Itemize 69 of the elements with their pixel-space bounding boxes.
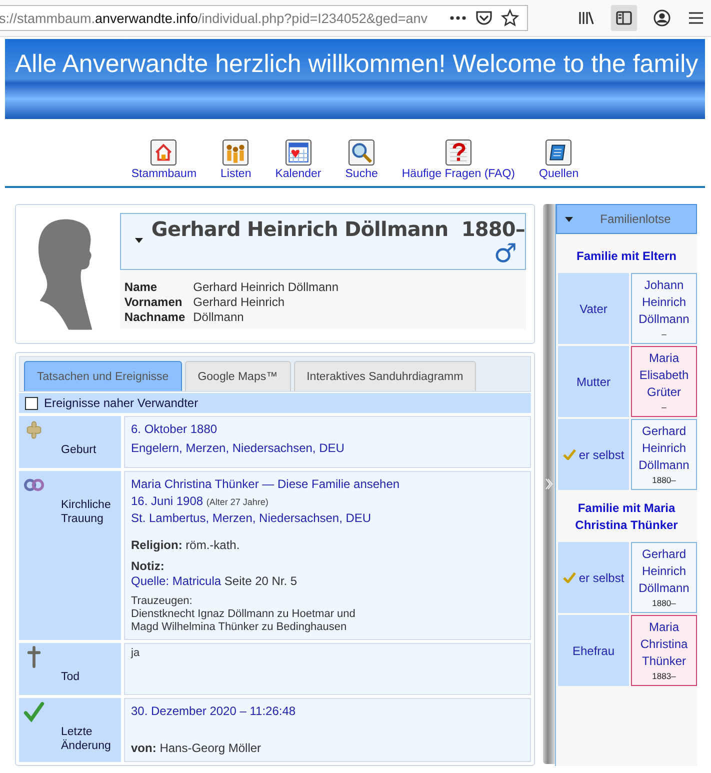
author-text: von: Hans-Georg Möller — [131, 741, 262, 755]
scroll-icon[interactable] — [545, 139, 572, 166]
people-icon[interactable] — [222, 139, 250, 166]
question-mark-icon[interactable] — [444, 139, 472, 166]
chevron-right-icon[interactable] — [545, 478, 553, 490]
tab[interactable]: Tatsachen und Ereignisse — [24, 361, 182, 391]
person-box[interactable]: Gerhard Heinrich Döllmann 1880– — [631, 419, 697, 490]
nav-link[interactable]: Kalender — [275, 168, 322, 180]
search-icon[interactable] — [348, 139, 376, 166]
library-icon[interactable] — [577, 9, 595, 27]
place-link[interactable]: Engelern, Merzen, Niedersachsen, DEU — [131, 439, 524, 457]
nav-link[interactable]: Häufige Fragen (FAQ) — [402, 168, 516, 180]
role-label: Ehefrau — [572, 644, 615, 658]
checkmark-icon — [23, 701, 45, 723]
role-label: er selbst — [578, 570, 624, 584]
note-text: Trauzeugen: — [131, 595, 194, 607]
calendar-icon[interactable] — [284, 139, 312, 166]
site-title: Alle Anverwandte herzlich willkommen! Welcome to the family — [15, 49, 698, 79]
name-label: Vornamen — [124, 295, 184, 309]
person-box[interactable]: Gerhard Heinrich Döllmann 1880– — [631, 542, 697, 613]
event-date: 16. Juni 1908 (Alter 27 Jahre) — [131, 494, 270, 508]
name-label: Name — [124, 280, 158, 294]
menu-icon[interactable] — [687, 9, 705, 27]
family-title: Familie mit Eltern — [575, 248, 678, 265]
tab[interactable]: Google Maps™ — [184, 361, 291, 391]
checkmark-icon — [562, 449, 576, 460]
name-value: Gerhard Heinrich — [193, 295, 286, 309]
person-box[interactable]: Johann Heinrich Döllmann – — [631, 273, 697, 344]
checkbox[interactable] — [25, 396, 38, 410]
event-link[interactable]: 6. Oktober 1880 — [131, 420, 524, 438]
event-link[interactable]: 30. Dezember 2020 – 11:26:48 — [131, 702, 524, 720]
person-box[interactable]: Maria Elisabeth Grüter – — [631, 346, 697, 417]
fact-label: Tod — [60, 670, 81, 684]
fact-label: Geburt — [60, 443, 98, 457]
nav-link[interactable]: Listen — [220, 168, 252, 180]
note-text: Magd Wilhelmina Thünker zu Bedinghausen — [131, 621, 348, 633]
tab[interactable]: Interaktives Sanduhrdiagramm — [294, 361, 476, 391]
family-navigator-header[interactable]: Familienlotse — [556, 204, 697, 234]
checkmark-icon — [562, 572, 576, 583]
sidebar-icon[interactable] — [615, 9, 633, 27]
name-value: Gerhard Heinrich Döllmann — [193, 280, 340, 294]
role-label: Mutter — [576, 374, 610, 388]
sex-symbol: ♂ — [494, 241, 517, 267]
nav-link[interactable]: Suche — [345, 168, 378, 180]
sidebar-handle[interactable] — [543, 204, 555, 764]
house-icon[interactable] — [150, 139, 178, 166]
pocket-icon[interactable] — [475, 9, 493, 27]
fact-label: Letzte Änderung — [60, 725, 112, 753]
role-label: er selbst — [578, 448, 624, 462]
event-link[interactable]: Maria Christina Thünker — Diese Familie ansehen — [131, 475, 524, 493]
account-icon[interactable] — [653, 9, 671, 27]
name-value: Döllmann — [193, 310, 245, 324]
religion-text: Religion: röm.-kath. — [131, 538, 241, 552]
person-name: Gerhard Heinrich Döllmann 1880– — [151, 217, 525, 241]
caret-icon[interactable] — [135, 238, 144, 243]
note-text: ja — [131, 647, 141, 659]
fact-label: Kirchliche Trauung — [60, 498, 112, 526]
source-text: Quelle: Matricula Seite 20 Nr. 5 — [131, 574, 298, 588]
nav-link[interactable]: Stammbaum — [131, 168, 197, 180]
star-icon[interactable] — [501, 9, 519, 27]
place-link[interactable]: St. Lambertus, Merzen, Niedersachsen, DEU — [131, 509, 524, 527]
note-heading: Notiz: — [131, 559, 166, 573]
name-label: Nachname — [124, 310, 186, 324]
family-title: Familie mit Maria Christina Thünker — [574, 500, 679, 534]
nav-link[interactable]: Quellen — [539, 168, 579, 180]
caret-icon[interactable] — [565, 216, 573, 222]
note-text: Dienstknecht Ignaz Döllmann zu Hoetmar und — [131, 608, 356, 620]
role-label: Vater — [580, 302, 608, 316]
person-box[interactable]: Maria Christina Thünker 1883– — [631, 615, 697, 686]
